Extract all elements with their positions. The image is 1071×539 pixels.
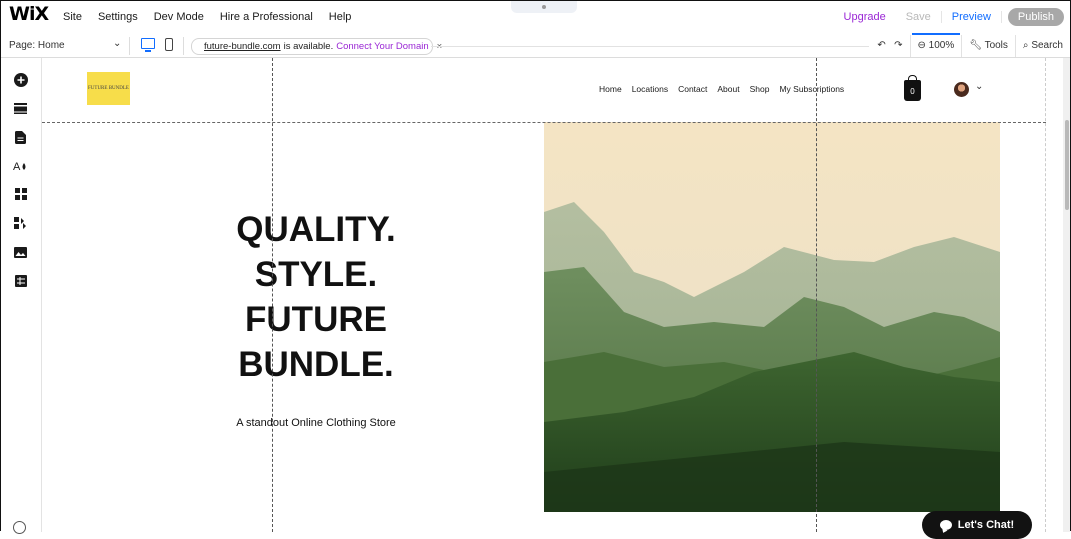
scroll-thumb[interactable]: [1065, 120, 1069, 210]
hero-line: BUNDLE.: [238, 345, 394, 384]
site-design-icon[interactable]: A: [13, 159, 28, 174]
search-label: Search: [1031, 40, 1063, 51]
site-nav-menu: Home Locations Contact About Shop My Sub…: [599, 84, 844, 94]
redo-icon[interactable]: ↷: [894, 40, 902, 51]
wrench-icon: 🔧︎: [969, 40, 982, 51]
editor-top-bar: WiX Site Settings Dev Mode Hire a Profes…: [1, 1, 1070, 36]
grid-guide-left: [272, 58, 273, 532]
nav-my-subscriptions[interactable]: My Subscriptions: [779, 84, 844, 94]
divider: [183, 37, 184, 55]
business-tools-icon[interactable]: [13, 217, 28, 232]
hero-heading[interactable]: QUALITY. STYLE. FUTURE BUNDLE.: [201, 207, 431, 387]
chevron-down-icon[interactable]: ⌄: [113, 38, 121, 49]
menu-site[interactable]: Site: [63, 11, 82, 23]
avatar[interactable]: [954, 82, 969, 97]
canvas-scrollbar[interactable]: [1063, 58, 1070, 532]
add-section-icon[interactable]: [13, 102, 28, 117]
cart-count: 0: [910, 87, 915, 96]
hero-mountain-image[interactable]: [544, 122, 1000, 512]
address-line: [431, 46, 869, 47]
page-selector[interactable]: Page: Home: [9, 40, 65, 51]
nav-contact[interactable]: Contact: [678, 84, 707, 94]
chat-label: Let's Chat!: [957, 519, 1015, 531]
cart-icon[interactable]: 0: [904, 75, 921, 101]
svg-text:A: A: [13, 161, 21, 172]
tools-label: Tools: [984, 40, 1008, 51]
header-guide-line: [42, 122, 1046, 123]
hero-line: STYLE.: [254, 255, 378, 294]
site-logo[interactable]: FUTURE BUNDLE: [87, 72, 130, 105]
add-elements-icon[interactable]: [13, 73, 28, 88]
nav-locations[interactable]: Locations: [632, 84, 668, 94]
mobile-icon[interactable]: [165, 38, 173, 51]
nav-about[interactable]: About: [717, 84, 739, 94]
nav-home[interactable]: Home: [599, 84, 622, 94]
save-button[interactable]: Save: [896, 11, 941, 23]
chat-icon: [939, 520, 952, 530]
domain-bar: future-bundle.com is available. Connect …: [191, 38, 442, 55]
menu-dev-mode[interactable]: Dev Mode: [154, 11, 204, 23]
zoom-control[interactable]: ⊖ 100%: [909, 35, 962, 57]
menu-hire-professional[interactable]: Hire a Professional: [220, 11, 313, 23]
chevron-down-icon[interactable]: ⌄: [975, 81, 983, 92]
apps-icon[interactable]: [13, 188, 28, 203]
wix-logo[interactable]: WiX: [9, 3, 49, 25]
connect-domain-link[interactable]: Connect Your Domain: [336, 41, 428, 52]
hero-tagline[interactable]: A standout Online Clothing Store: [201, 417, 431, 429]
media-icon[interactable]: [13, 246, 28, 261]
help-icon[interactable]: [13, 521, 26, 534]
collapse-handle[interactable]: [511, 1, 577, 13]
menu-help[interactable]: Help: [329, 11, 352, 23]
zoom-level: 100%: [928, 40, 955, 51]
grid-guide-right: [816, 58, 817, 532]
editor-sub-bar: Page: Home ⌄ future-bundle.com is availa…: [1, 35, 1070, 58]
top-menu: Site Settings Dev Mode Hire a Profession…: [63, 11, 351, 23]
tools-button[interactable]: 🔧︎ Tools: [961, 35, 1015, 57]
hero-line: QUALITY.: [236, 210, 396, 249]
domain-status: is available.: [283, 41, 334, 52]
undo-redo: ↶ ↷: [870, 35, 909, 57]
divider: [129, 37, 130, 55]
zoom-out-icon[interactable]: ⊖: [918, 40, 926, 51]
search-icon: ⌕: [1022, 40, 1029, 51]
sub-actions: ↶ ↷ ⊖ 100% 🔧︎ Tools ⌕ Search: [870, 35, 1070, 57]
chat-button[interactable]: Let's Chat!: [922, 511, 1032, 539]
grid-guide-edge: [1045, 58, 1046, 532]
search-button[interactable]: ⌕ Search: [1014, 35, 1070, 57]
domain-link[interactable]: future-bundle.com: [204, 41, 281, 52]
cms-icon[interactable]: [13, 275, 28, 290]
upgrade-button[interactable]: Upgrade: [834, 11, 896, 23]
nav-shop[interactable]: Shop: [750, 84, 770, 94]
site-logo-text: FUTURE BUNDLE: [88, 86, 129, 91]
preview-button[interactable]: Preview: [940, 11, 1002, 23]
publish-button[interactable]: Publish: [1007, 8, 1064, 26]
left-toolbar: A: [1, 58, 42, 534]
undo-icon[interactable]: ↶: [877, 40, 885, 51]
pages-icon[interactable]: [13, 131, 28, 146]
top-actions: Upgrade Save Preview Publish: [834, 8, 1064, 26]
menu-settings[interactable]: Settings: [98, 11, 138, 23]
desktop-icon[interactable]: [141, 38, 155, 52]
hero-line: FUTURE: [245, 300, 387, 339]
